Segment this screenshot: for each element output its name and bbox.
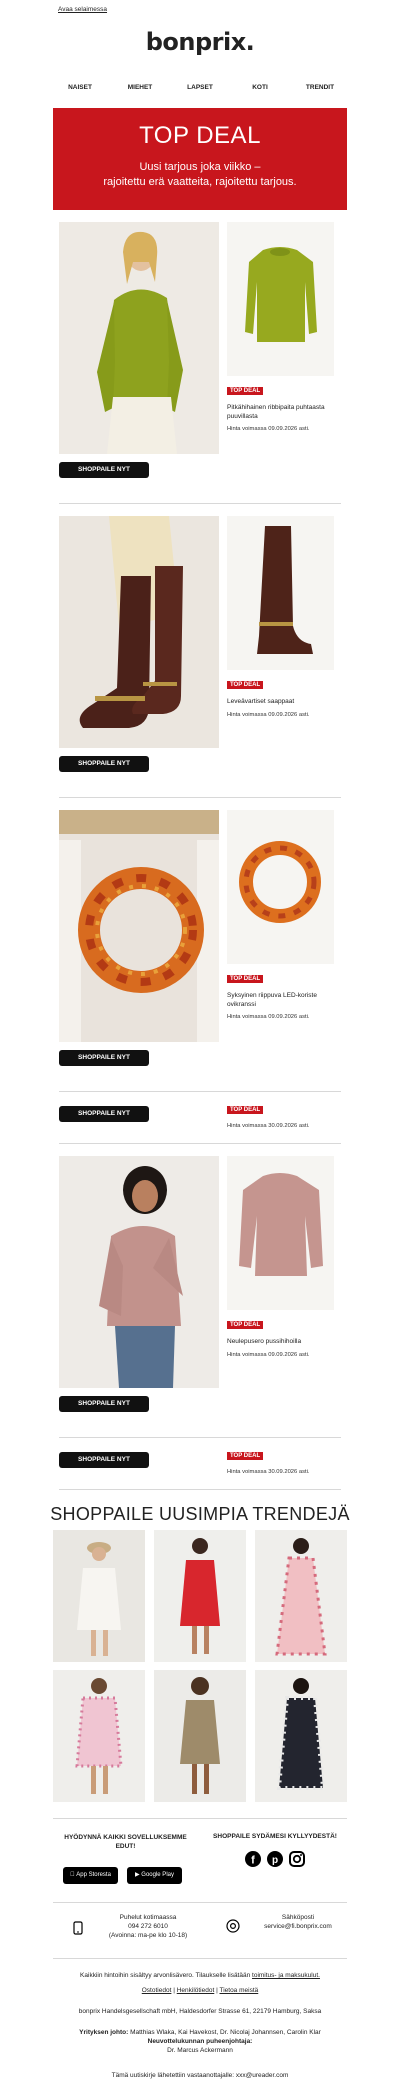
banner-title: TOP DEAL xyxy=(139,122,261,149)
price-validity: Hinta voimassa 09.09.2026 asti. xyxy=(227,712,310,718)
phone-number[interactable]: 094 272 6010 xyxy=(93,1922,203,1931)
board-chair: Neuvottelukunnan puheenjohtaja: Dr. Marcu… xyxy=(147,2038,253,2054)
product-card: SHOPPAILE NYT TOP DEAL Hinta voimassa 30… xyxy=(59,1092,341,1143)
divider xyxy=(59,1143,341,1144)
banner-subtitle: Uusi tarjous joka viikko – rajoitettu erä… xyxy=(103,161,297,188)
top-deal-badge: TOP DEAL xyxy=(227,1321,264,1329)
price-validity: Hinta voimassa 09.09.2026 asti. xyxy=(227,426,310,432)
product-model-image[interactable] xyxy=(59,1156,219,1388)
trend-tile[interactable] xyxy=(53,1670,145,1802)
management: Yrityksen johto: Matthias Wlaka, Kai Hav… xyxy=(79,2029,321,2036)
product-image[interactable] xyxy=(227,1156,334,1310)
email-address[interactable]: service@fi.bonprix.com xyxy=(248,1922,348,1931)
product-name[interactable]: Neulepusero pussihihoilla xyxy=(227,1338,327,1347)
product-image[interactable] xyxy=(227,810,334,964)
shop-now-button[interactable]: SHOPPAILE NYT xyxy=(59,462,149,478)
facebook-icon[interactable]: f xyxy=(245,1851,261,1867)
price-validity: Hinta voimassa 30.09.2026 asti. xyxy=(227,1123,310,1129)
product-name[interactable]: Pitkähihainen ribbipaita puhtaasta puuvi… xyxy=(227,404,327,421)
app-heading: HYÖDYNNÄ KAIKKI SOVELLUKSEMME EDUT! xyxy=(64,1834,187,1850)
pinterest-icon[interactable]: p xyxy=(267,1851,283,1867)
trend-tile[interactable] xyxy=(255,1530,347,1662)
top-deal-badge: TOP DEAL xyxy=(227,387,264,395)
divider xyxy=(59,503,341,504)
shop-now-button[interactable]: SHOPPAILE NYT xyxy=(59,1106,149,1122)
product-image[interactable] xyxy=(227,222,334,376)
svg-text:p: p xyxy=(272,1855,278,1866)
email-contact: Sähköposti service@fi.bonprix.com xyxy=(248,1913,348,1931)
about-us-link[interactable]: Tietoa meistä xyxy=(219,1987,258,1994)
instagram-icon[interactable] xyxy=(289,1851,305,1867)
product-card: SHOPPAILE NYT TOP DEAL Hinta voimassa 30… xyxy=(59,1438,341,1489)
shop-now-button[interactable]: SHOPPAILE NYT xyxy=(59,756,149,772)
recipient-notice: Tämä uutiskirje lähetettiin vastaanottaj… xyxy=(111,2072,289,2079)
app-store-button[interactable]:  App Storesta xyxy=(63,1863,118,1884)
social-icons: f p xyxy=(245,1851,305,1867)
top-deal-badge: TOP DEAL xyxy=(227,975,264,983)
play-icon: ▶ xyxy=(135,1872,140,1878)
top-deal-banner[interactable]: TOP DEAL Uusi tarjous joka viikko – rajoi… xyxy=(53,108,347,210)
price-validity: Hinta voimassa 09.09.2026 asti. xyxy=(227,1014,310,1020)
top-deal-badge: TOP DEAL xyxy=(227,1452,264,1460)
shop-now-button[interactable]: SHOPPAILE NYT xyxy=(59,1050,149,1066)
nav-item-miehet[interactable]: MIEHET xyxy=(110,84,170,91)
google-play-button[interactable]: ▶ Google Play xyxy=(127,1863,182,1884)
divider xyxy=(59,797,341,798)
brand-logo[interactable]: bonprix. xyxy=(0,28,400,60)
top-deal-badge: TOP DEAL xyxy=(227,681,264,689)
vat-notice: Kaikkiin hintoihin sisältyy arvonlisäver… xyxy=(80,1972,320,1979)
email-icon xyxy=(226,1919,240,1938)
privacy-link[interactable]: Henkilötiedot xyxy=(177,1987,215,1994)
purchase-info-link[interactable]: Ostotiedot xyxy=(142,1987,172,1994)
product-card: TOP DEAL Leveävartiset saappaat Hinta vo… xyxy=(59,516,341,797)
shop-now-button[interactable]: SHOPPAILE NYT xyxy=(59,1396,149,1412)
price-validity: Hinta voimassa 30.09.2026 asti. xyxy=(227,1469,310,1475)
product-model-image[interactable] xyxy=(59,810,219,1042)
nav-item-trendit[interactable]: TRENDIT xyxy=(290,84,350,91)
product-model-image[interactable] xyxy=(59,516,219,748)
topbar: Avaa selaimessa xyxy=(0,0,400,24)
product-image[interactable] xyxy=(227,516,334,670)
contact-row: Puhelut kotimaassa 094 272 6010 (Avoinna… xyxy=(53,1902,347,1958)
trends-section: SHOPPAILE UUSIMPIA TRENDEJÄ xyxy=(0,1490,400,1530)
trend-tile[interactable] xyxy=(154,1530,246,1662)
price-validity: Hinta voimassa 09.09.2026 asti. xyxy=(227,1352,310,1358)
svg-text:f: f xyxy=(251,1855,255,1867)
main-nav: NAISET MIEHET LAPSET KOTI TRENDIT xyxy=(50,84,350,91)
phone-icon xyxy=(73,1921,83,1940)
product-name[interactable]: Syksyinen riippuva LED-koriste ovikranss… xyxy=(227,992,327,1009)
product-card: TOP DEAL Neulepusero pussihihoilla Hinta… xyxy=(59,1156,341,1437)
top-deal-badge: TOP DEAL xyxy=(227,1106,264,1114)
product-card: TOP DEAL Pitkähihainen ribbipaita puhtaa… xyxy=(59,222,341,503)
trend-grid xyxy=(53,1530,347,1808)
open-in-browser-link[interactable]: Avaa selaimessa xyxy=(58,6,107,13)
shipping-costs-link[interactable]: toimitus- ja maksukulut. xyxy=(252,1972,320,1979)
social-heading: SHOPPAILE SYDÄMESI KYLLYYDESTÄ! xyxy=(213,1833,337,1840)
product-card: TOP DEAL Syksyinen riippuva LED-koriste … xyxy=(59,810,341,1091)
phone-contact: Puhelut kotimaassa 094 272 6010 (Avoinna… xyxy=(93,1913,203,1940)
trend-tile[interactable] xyxy=(255,1670,347,1802)
shop-now-button[interactable]: SHOPPAILE NYT xyxy=(59,1452,149,1468)
nav-item-naiset[interactable]: NAISET xyxy=(50,84,110,91)
legal-links: Ostotiedot | Henkilötiedot | Tietoa meis… xyxy=(141,1987,259,1994)
nav-item-koti[interactable]: KOTI xyxy=(230,84,290,91)
trend-tile[interactable] xyxy=(154,1670,246,1802)
email-root: Avaa selaimessa bonprix. NAISET MIEHET L… xyxy=(0,0,400,2080)
product-name[interactable]: Leveävartiset saappaat xyxy=(227,698,327,707)
product-model-image[interactable] xyxy=(59,222,219,454)
apple-icon:  xyxy=(70,1872,75,1878)
app-social-row: HYÖDYNNÄ KAIKKI SOVELLUKSEMMEEDUT!  App… xyxy=(53,1818,347,1902)
trends-title: SHOPPAILE UUSIMPIA TRENDEJÄ xyxy=(50,1504,350,1524)
trend-tile[interactable] xyxy=(53,1530,145,1662)
company-address: bonprix Handelsgesellschaft mbH, Haldesd… xyxy=(78,2008,322,2015)
nav-item-lapset[interactable]: LAPSET xyxy=(170,84,230,91)
legal-footer: Kaikkiin hintoihin sisältyy arvonlisäver… xyxy=(53,1958,347,2080)
